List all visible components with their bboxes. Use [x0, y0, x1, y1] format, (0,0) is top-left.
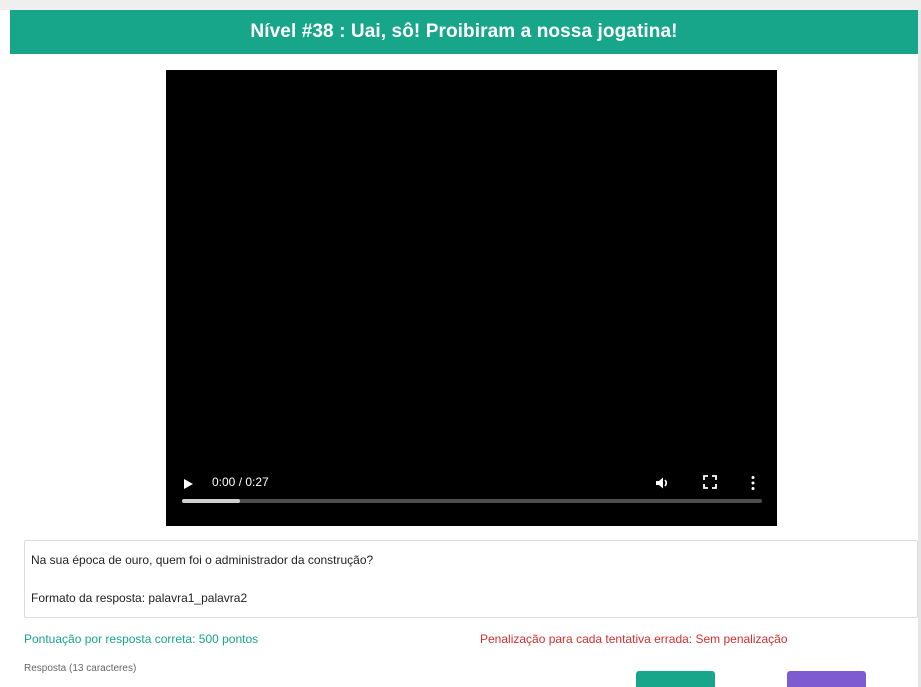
video-progress-fill	[182, 499, 240, 503]
video-progress-bar[interactable]	[182, 499, 762, 503]
video-controls: 0:00 / 0:27	[166, 466, 777, 526]
level-title: Nível #38 : Uai, sô! Proibiram a nossa j…	[250, 21, 678, 42]
top-strip	[0, 0, 921, 10]
fullscreen-icon[interactable]	[703, 475, 717, 489]
penalty-info: Penalização para cada tentativa errada: …	[480, 632, 788, 646]
question-box: Na sua época de ouro, quem foi o adminis…	[24, 540, 918, 618]
answer-format: Formato da resposta: palavra1_palavra2	[31, 591, 248, 605]
play-icon[interactable]	[184, 479, 193, 489]
submit-button[interactable]	[636, 671, 715, 687]
answer-label: Resposta (13 caracteres)	[24, 663, 137, 674]
points-info: Pontuação por resposta correta: 500 pont…	[24, 632, 259, 646]
question-text: Na sua época de ouro, quem foi o adminis…	[31, 553, 374, 567]
video-player[interactable]: 0:00 / 0:27	[166, 70, 777, 526]
volume-icon[interactable]	[654, 475, 670, 491]
video-time: 0:00 / 0:27	[212, 475, 269, 489]
more-vertical-icon[interactable]	[750, 475, 756, 491]
page: Nível #38 : Uai, sô! Proibiram a nossa j…	[0, 0, 921, 687]
level-header: Nível #38 : Uai, sô! Proibiram a nossa j…	[10, 10, 918, 54]
secondary-button[interactable]	[787, 671, 866, 687]
